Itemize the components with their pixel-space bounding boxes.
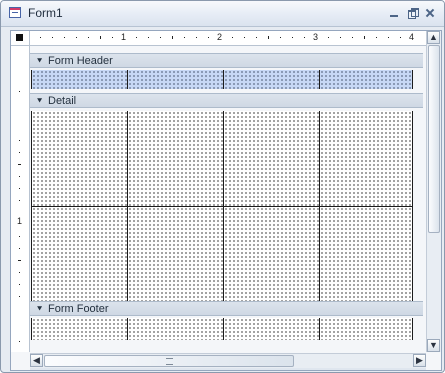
- form-footer-grid[interactable]: [31, 318, 413, 340]
- restore-icon[interactable]: [404, 5, 420, 21]
- vertical-scrollbar[interactable]: ▲ ▼: [426, 31, 441, 352]
- scroll-up-icon[interactable]: ▲: [427, 31, 440, 44]
- chevron-down-icon: ⯆: [36, 96, 44, 106]
- ruler-tick: [184, 37, 185, 38]
- ruler-tick: [244, 37, 245, 38]
- ruler-label-vertical-1: 1: [17, 216, 23, 226]
- ruler-tick: [400, 37, 401, 38]
- ruler-tick: [232, 37, 233, 38]
- form-designer[interactable]: 1 2 3 4 1 ⯆ Form Header ⯆ Detail ⯆ Form …: [10, 30, 442, 371]
- designer-bottom-edge: [30, 368, 426, 370]
- window-title: Form1: [28, 6, 63, 20]
- ruler-tick: [160, 37, 161, 38]
- ruler-tick: [18, 164, 21, 165]
- ruler-tick: [19, 296, 20, 297]
- grid-divider: [223, 318, 224, 340]
- grid-divider: [223, 70, 224, 89]
- ruler-tick: [256, 37, 257, 38]
- ruler-tick: [18, 260, 21, 261]
- ruler-label-1: 1: [121, 32, 127, 42]
- form-window[interactable]: Form1 1 2 3 4 1 ⯆ Form Header ⯆ Detail ⯆…: [0, 0, 445, 373]
- vertical-ruler: 1: [11, 46, 30, 352]
- horizontal-scrollbar[interactable]: ◀ ▶: [30, 353, 426, 368]
- form-selector[interactable]: [11, 31, 30, 46]
- ruler-tick: [196, 37, 197, 38]
- detail-grid[interactable]: [31, 111, 413, 302]
- ruler-tick: [376, 37, 377, 38]
- chevron-down-icon: ⯆: [36, 56, 44, 66]
- grid-divider: [127, 70, 128, 89]
- ruler-tick: [19, 341, 20, 342]
- chevron-down-icon: ⯆: [36, 304, 44, 314]
- ruler-tick: [268, 36, 269, 39]
- grip-icon: [166, 358, 173, 365]
- ruler-tick: [388, 37, 389, 38]
- horizontal-ruler: 1 2 3 4: [30, 31, 426, 46]
- ruler-label-2: 2: [217, 32, 223, 42]
- ruler-tick: [172, 36, 173, 39]
- ruler-tick: [19, 152, 20, 153]
- ruler-tick: [208, 37, 209, 38]
- ruler-tick: [52, 37, 53, 38]
- window-titlebar[interactable]: Form1: [1, 1, 444, 27]
- ruler-tick: [148, 37, 149, 38]
- form-header-label: Form Header: [48, 55, 113, 67]
- vertical-scroll-thumb[interactable]: [428, 45, 440, 233]
- scroll-left-icon[interactable]: ◀: [30, 354, 43, 367]
- ruler-tick: [88, 37, 89, 38]
- ruler-tick: [304, 37, 305, 38]
- ruler-tick: [19, 140, 20, 141]
- ruler-tick: [76, 37, 77, 38]
- ruler-tick: [352, 37, 353, 38]
- ruler-tick: [280, 37, 281, 38]
- form-footer-label: Form Footer: [48, 303, 109, 315]
- ruler-tick: [19, 91, 20, 92]
- ruler-tick: [328, 37, 329, 38]
- ruler-tick: [19, 236, 20, 237]
- form-header-section-bar[interactable]: ⯆ Form Header: [30, 53, 423, 68]
- close-icon[interactable]: [422, 5, 438, 21]
- ruler-label-3: 3: [313, 32, 319, 42]
- detail-section-bar[interactable]: ⯆ Detail: [30, 93, 423, 108]
- ruler-tick: [19, 248, 20, 249]
- ruler-tick: [19, 272, 20, 273]
- ruler-tick: [64, 37, 65, 38]
- ruler-tick: [19, 200, 20, 201]
- ruler-tick: [112, 37, 113, 38]
- form-icon: [9, 7, 21, 18]
- scroll-right-icon[interactable]: ▶: [413, 354, 426, 367]
- ruler-tick: [19, 188, 20, 189]
- ruler-tick: [19, 176, 20, 177]
- ruler-tick: [364, 36, 365, 39]
- horizontal-scroll-thumb[interactable]: [44, 355, 294, 367]
- scroll-down-icon[interactable]: ▼: [427, 339, 440, 352]
- form-header-grid[interactable]: [31, 70, 413, 89]
- grid-divider: [319, 70, 320, 89]
- grid-divider: [32, 206, 412, 207]
- window-buttons: [386, 5, 438, 21]
- grid-divider: [127, 318, 128, 340]
- ruler-tick: [292, 37, 293, 38]
- ruler-tick: [19, 284, 20, 285]
- grid-divider: [319, 318, 320, 340]
- ruler-tick: [100, 36, 101, 39]
- detail-label: Detail: [48, 95, 77, 107]
- form-footer-section-bar[interactable]: ⯆ Form Footer: [30, 301, 423, 316]
- ruler-label-4: 4: [409, 32, 415, 42]
- ruler-tick: [340, 37, 341, 38]
- ruler-tick: [136, 37, 137, 38]
- minimize-icon[interactable]: [386, 5, 402, 21]
- ruler-tick: [40, 37, 41, 38]
